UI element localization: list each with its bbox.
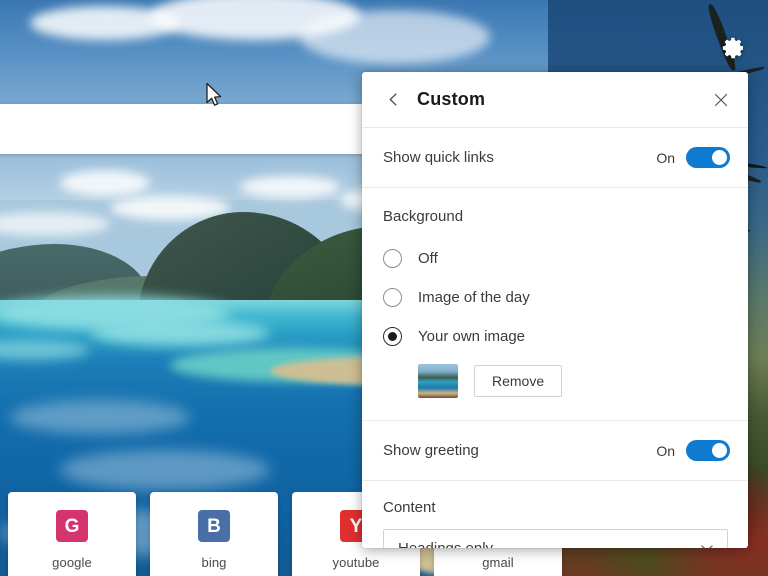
radio-button[interactable] bbox=[383, 327, 402, 346]
radio-label: Image of the day bbox=[418, 289, 530, 306]
close-button[interactable] bbox=[711, 90, 731, 110]
chevron-left-icon bbox=[389, 93, 397, 106]
content-dropdown[interactable]: Headings only bbox=[383, 529, 728, 548]
radio-button[interactable] bbox=[383, 249, 402, 268]
content-section: Content Headings only bbox=[362, 481, 748, 548]
back-button[interactable] bbox=[382, 89, 404, 111]
quick-link-label: youtube bbox=[332, 555, 380, 570]
show-greeting-state: On bbox=[656, 442, 675, 459]
toggle-knob bbox=[712, 443, 727, 458]
customize-dialog: Custom Show quick links On Background Of… bbox=[362, 72, 748, 548]
show-quick-links-row: Show quick links On bbox=[362, 128, 748, 188]
chevron-down-icon bbox=[701, 545, 713, 548]
quick-link-favicon: B bbox=[198, 510, 230, 542]
content-dropdown-value: Headings only bbox=[398, 539, 494, 549]
toggle-knob bbox=[712, 150, 727, 165]
show-greeting-row: Show greeting On bbox=[362, 421, 748, 481]
shallow-water-shape bbox=[90, 320, 270, 346]
background-thumbnail[interactable] bbox=[418, 364, 458, 398]
cloud-shape bbox=[300, 10, 490, 64]
background-option-image-of-the-day[interactable]: Image of the day bbox=[383, 278, 730, 317]
dialog-title: Custom bbox=[417, 89, 486, 109]
water-reflection bbox=[60, 450, 270, 490]
dialog-header: Custom bbox=[362, 72, 748, 128]
quick-link-label: bing bbox=[201, 555, 227, 570]
show-quick-links-toggle[interactable] bbox=[686, 147, 730, 168]
customize-gear-button[interactable] bbox=[718, 32, 750, 64]
show-greeting-toggle[interactable] bbox=[686, 440, 730, 461]
background-option-off[interactable]: Off bbox=[383, 239, 730, 278]
quick-link-tile[interactable]: G google bbox=[8, 492, 136, 576]
background-section-title: Background bbox=[383, 208, 464, 225]
quick-link-favicon: G bbox=[56, 510, 88, 542]
radio-button[interactable] bbox=[383, 288, 402, 307]
show-quick-links-state: On bbox=[656, 149, 675, 166]
quick-link-tile[interactable]: B bing bbox=[150, 492, 278, 576]
quick-link-label: gmail bbox=[482, 555, 514, 570]
radio-label: Off bbox=[418, 250, 438, 267]
background-option-your-own-image[interactable]: Your own image bbox=[383, 317, 730, 356]
remove-background-button[interactable]: Remove bbox=[474, 365, 563, 397]
radio-label: Your own image bbox=[418, 328, 526, 345]
quick-link-label: google bbox=[52, 555, 92, 570]
gear-icon bbox=[722, 37, 744, 59]
cloud-shape bbox=[240, 176, 340, 198]
cloud-shape bbox=[60, 170, 150, 196]
water-reflection bbox=[10, 400, 190, 434]
show-quick-links-label: Show quick links bbox=[383, 149, 494, 166]
close-icon bbox=[714, 93, 728, 107]
show-greeting-label: Show greeting bbox=[383, 442, 479, 459]
background-section: Background Off Image of the day Your own… bbox=[362, 188, 748, 421]
content-section-title: Content bbox=[383, 499, 436, 516]
background-thumbnail-row: Remove bbox=[418, 364, 730, 398]
cloud-shape bbox=[0, 212, 110, 236]
